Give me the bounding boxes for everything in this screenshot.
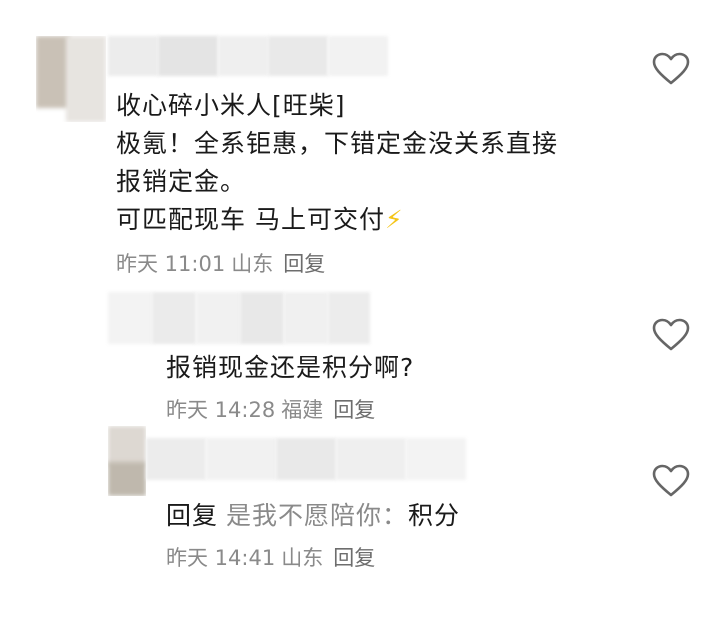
comment-meta: 昨天 14:28 福建 回复 xyxy=(166,396,375,424)
comment-text-line: 可匹配现车 马上可交付⚡ xyxy=(116,202,404,238)
comment-time: 昨天 14:41 xyxy=(166,546,276,570)
heart-icon[interactable] xyxy=(652,52,690,86)
comment-text-line: 极氪！全系钜惠，下错定金没关系直接 xyxy=(116,129,559,158)
reply-button[interactable]: 回复 xyxy=(333,546,375,570)
avatar[interactable] xyxy=(36,36,106,122)
comment-text: 积分 xyxy=(408,501,461,530)
comment-text: 报销现金还是积分啊? xyxy=(166,353,415,382)
reply-prefix: 回复 xyxy=(166,501,219,530)
comment-location: 福建 xyxy=(281,398,324,422)
comment-author: 收心碎小米人[旺柴] xyxy=(116,91,346,120)
lightning-bolt-icon: ⚡ xyxy=(384,205,404,234)
heart-icon[interactable] xyxy=(652,318,690,352)
heart-icon[interactable] xyxy=(652,464,690,498)
comment-text-line: 报销定金。 xyxy=(116,167,247,196)
comment-meta: 昨天 11:01 山东 回复 xyxy=(116,250,325,278)
comment-location: 山东 xyxy=(281,546,324,570)
comment-text-line: 回复 是我不愿陪你：积分 xyxy=(166,498,460,534)
reply-target-user[interactable]: 是我不愿陪你： xyxy=(226,501,408,530)
username-redacted xyxy=(108,292,370,344)
username-redacted xyxy=(108,36,388,76)
reply-button[interactable]: 回复 xyxy=(283,252,325,276)
comment-meta: 昨天 14:41 山东 回复 xyxy=(166,544,375,572)
avatar[interactable] xyxy=(108,426,146,496)
comment-location: 山东 xyxy=(231,252,274,276)
comment-time: 昨天 11:01 xyxy=(116,252,226,276)
username-redacted xyxy=(146,438,466,480)
comment-time: 昨天 14:28 xyxy=(166,398,276,422)
reply-button[interactable]: 回复 xyxy=(333,398,375,422)
comment-text: 可匹配现车 马上可交付 xyxy=(116,205,385,234)
